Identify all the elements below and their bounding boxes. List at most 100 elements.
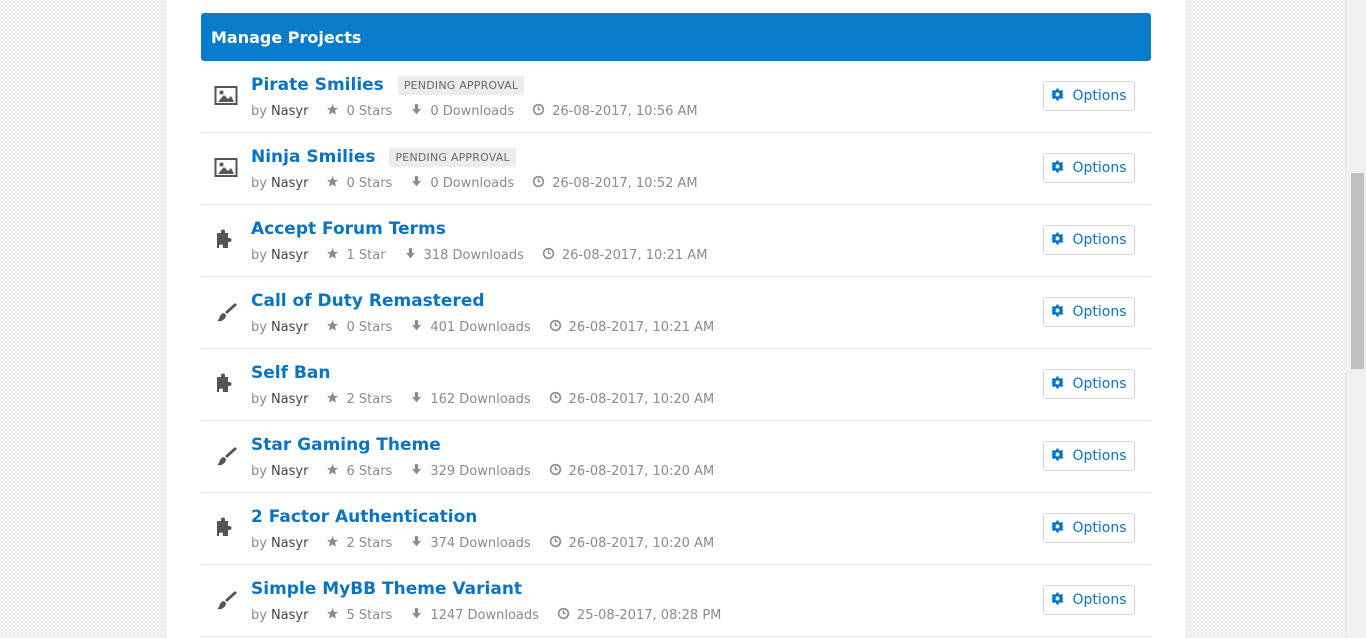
stars-count: 2 Stars [346, 536, 393, 551]
downloads-stat: 0 Downloads [410, 103, 514, 120]
project-title-link[interactable]: Pirate Smilies [251, 75, 384, 95]
star-icon [326, 607, 346, 624]
clock-icon [542, 247, 562, 264]
project-title-link[interactable]: Self Ban [251, 363, 330, 383]
by-label: by [251, 104, 267, 119]
download-icon [410, 391, 430, 408]
project-title-link[interactable]: Ninja Smilies [251, 147, 375, 167]
scrollbar-thumb[interactable] [1351, 173, 1364, 369]
clock-icon [549, 535, 569, 552]
project-meta: by Nasyr 0 Stars 401 Downloads 26-08-201… [251, 319, 714, 336]
downloads-count: 162 Downloads [430, 392, 531, 407]
image-icon [214, 85, 238, 107]
author-link[interactable]: Nasyr [271, 248, 309, 263]
page-scrollbar[interactable] [1349, 0, 1366, 638]
options-button[interactable]: Options [1043, 81, 1135, 111]
date-stat: 26-08-2017, 10:20 AM [549, 463, 715, 480]
project-date: 26-08-2017, 10:21 AM [568, 320, 715, 335]
star-icon [326, 247, 346, 264]
puzzle-icon [214, 517, 238, 539]
project-row: Call of Duty Remastered by Nasyr 0 Stars… [201, 277, 1151, 349]
pending-approval-badge: PENDING APPROVAL [389, 147, 516, 167]
gear-icon [1051, 448, 1072, 465]
project-meta: by Nasyr 0 Stars 0 Downloads 26-08-2017,… [251, 175, 698, 192]
options-button[interactable]: Options [1043, 225, 1135, 255]
project-title-link[interactable]: Accept Forum Terms [251, 219, 446, 239]
clock-icon [549, 463, 569, 480]
project-date: 26-08-2017, 10:20 AM [568, 536, 715, 551]
options-label: Options [1072, 520, 1127, 536]
gear-icon [1051, 304, 1072, 321]
by-label: by [251, 248, 267, 263]
stars-stat: 1 Star [326, 247, 386, 264]
brush-icon [214, 589, 238, 611]
author-link[interactable]: Nasyr [271, 176, 309, 191]
project-date: 26-08-2017, 10:52 AM [552, 176, 698, 191]
by-label: by [251, 536, 267, 551]
by-label: by [251, 176, 267, 191]
date-stat: 25-08-2017, 08:28 PM [557, 607, 721, 624]
project-meta: by Nasyr 6 Stars 329 Downloads 26-08-201… [251, 463, 714, 480]
by-label: by [251, 392, 267, 407]
downloads-count: 318 Downloads [423, 248, 524, 263]
project-title-link[interactable]: 2 Factor Authentication [251, 507, 477, 527]
clock-icon [557, 607, 577, 624]
date-stat: 26-08-2017, 10:52 AM [532, 175, 698, 192]
project-date: 26-08-2017, 10:20 AM [568, 464, 715, 479]
download-icon [410, 175, 430, 192]
stars-stat: 2 Stars [326, 535, 392, 552]
author-link[interactable]: Nasyr [271, 608, 309, 623]
project-meta: by Nasyr 2 Stars 374 Downloads 26-08-201… [251, 535, 714, 552]
project-date: 26-08-2017, 10:21 AM [561, 248, 708, 263]
downloads-count: 374 Downloads [430, 536, 531, 551]
project-date: 26-08-2017, 10:20 AM [568, 392, 715, 407]
project-row: Self Ban by Nasyr 2 Stars 162 Downloads … [201, 349, 1151, 421]
brush-icon [214, 301, 238, 323]
stars-count: 5 Stars [346, 608, 393, 623]
project-meta: by Nasyr 0 Stars 0 Downloads 26-08-2017,… [251, 103, 698, 120]
options-label: Options [1072, 376, 1127, 392]
options-button[interactable]: Options [1043, 441, 1135, 471]
gear-icon [1051, 232, 1072, 249]
options-label: Options [1072, 160, 1127, 176]
project-title-link[interactable]: Simple MyBB Theme Variant [251, 579, 522, 599]
options-label: Options [1072, 232, 1127, 248]
project-title-link[interactable]: Star Gaming Theme [251, 435, 441, 455]
downloads-count: 0 Downloads [430, 104, 515, 119]
star-icon [326, 103, 346, 120]
author-link[interactable]: Nasyr [271, 320, 309, 335]
page-container: Manage Projects Pirate Smilies PENDING A… [165, 0, 1187, 638]
stars-count: 6 Stars [346, 464, 393, 479]
options-button[interactable]: Options [1043, 153, 1135, 183]
downloads-stat: 329 Downloads [410, 463, 531, 480]
puzzle-icon [214, 229, 238, 251]
stars-count: 2 Stars [346, 392, 393, 407]
download-icon [410, 607, 430, 624]
author-link[interactable]: Nasyr [271, 536, 309, 551]
clock-icon [532, 103, 552, 120]
gear-icon [1051, 160, 1072, 177]
options-button[interactable]: Options [1043, 513, 1135, 543]
gear-icon [1051, 88, 1072, 105]
author-link[interactable]: Nasyr [271, 104, 309, 119]
project-row: Star Gaming Theme by Nasyr 6 Stars 329 D… [201, 421, 1151, 493]
options-button[interactable]: Options [1043, 297, 1135, 327]
options-button[interactable]: Options [1043, 585, 1135, 615]
pending-approval-badge: PENDING APPROVAL [397, 75, 525, 95]
by-label: by [251, 608, 267, 623]
author-link[interactable]: Nasyr [271, 464, 309, 479]
project-meta: by Nasyr 1 Star 318 Downloads 26-08-2017… [251, 247, 707, 264]
options-button[interactable]: Options [1043, 369, 1135, 399]
star-icon [326, 319, 346, 336]
by-label: by [251, 464, 267, 479]
downloads-stat: 374 Downloads [410, 535, 531, 552]
clock-icon [549, 319, 569, 336]
date-stat: 26-08-2017, 10:21 AM [542, 247, 708, 264]
project-meta: by Nasyr 5 Stars 1247 Downloads 25-08-20… [251, 607, 721, 624]
project-row: Simple MyBB Theme Variant by Nasyr 5 Sta… [201, 565, 1151, 637]
downloads-count: 1247 Downloads [430, 608, 539, 623]
download-icon [410, 463, 430, 480]
author-link[interactable]: Nasyr [271, 392, 309, 407]
project-title-link[interactable]: Call of Duty Remastered [251, 291, 485, 311]
clock-icon [532, 175, 552, 192]
